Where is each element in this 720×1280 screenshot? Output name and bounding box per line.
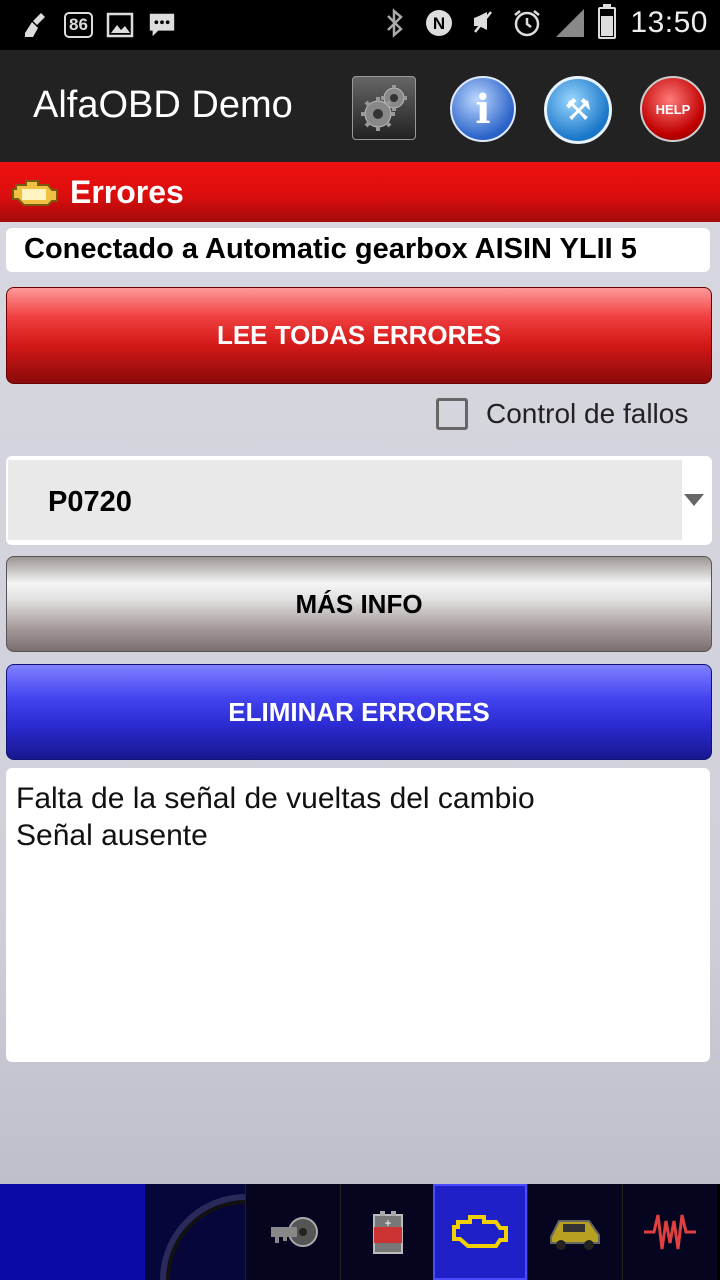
clock: 13:50: [630, 6, 708, 39]
description-line: Señal ausente: [16, 819, 208, 852]
info-icon: i: [475, 85, 491, 133]
signal-wave-icon: [644, 1214, 696, 1250]
description-line: Falta de la señal de vueltas del cambio: [16, 782, 535, 815]
connection-status: Conectado a Automatic gearbox AISIN YLII…: [6, 228, 710, 272]
car-tab-icon: [550, 1220, 600, 1250]
error-code-value: P0720: [48, 486, 132, 518]
svg-text:N: N: [433, 14, 445, 33]
settings-button[interactable]: [352, 76, 416, 140]
tab-ignition[interactable]: [245, 1184, 340, 1280]
section-header: Errores: [0, 162, 720, 222]
engine-check-tab-icon: [452, 1215, 508, 1248]
sms-icon: [147, 8, 177, 42]
error-code-select[interactable]: P0720: [6, 456, 712, 545]
bottom-bar-blank: [0, 1184, 145, 1280]
notification-count-badge: 86: [64, 12, 93, 38]
fault-control-row[interactable]: Control de fallos: [436, 398, 688, 430]
tab-errors[interactable]: [433, 1184, 527, 1280]
battery-icon: [598, 4, 617, 39]
alarm-icon: [512, 6, 542, 40]
battery-tab-icon: +: [373, 1211, 403, 1254]
mute-icon: [468, 6, 498, 40]
signal-icon: [556, 9, 585, 37]
info-button[interactable]: i: [450, 76, 516, 142]
settings-gear-icon: [361, 85, 407, 131]
tab-battery[interactable]: +: [340, 1184, 435, 1280]
tab-signals[interactable]: [622, 1184, 717, 1280]
tab-car[interactable]: [527, 1184, 622, 1280]
help-button[interactable]: HELP: [640, 76, 706, 142]
bluetooth-icon: [380, 6, 410, 40]
bottom-navigation: +: [0, 1184, 720, 1280]
app-bar: AlfaOBD Demo i ⚒ HELP: [0, 50, 720, 162]
error-code-select-field: P0720: [8, 460, 682, 540]
status-bar: 86 N 13:50: [0, 0, 720, 50]
help-icon: HELP: [655, 101, 691, 117]
gauge-decoration: [145, 1184, 245, 1280]
broom-icon: [22, 8, 52, 42]
app-title: AlfaOBD Demo: [33, 84, 293, 126]
more-info-button[interactable]: MÁS INFO: [6, 556, 712, 652]
clear-errors-button[interactable]: ELIMINAR ERRORES: [6, 664, 712, 760]
error-description: Falta de la señal de vueltas del cambio …: [6, 768, 710, 1062]
fault-control-checkbox[interactable]: [436, 398, 468, 430]
read-all-errors-button[interactable]: LEE TODAS ERRORES: [6, 287, 712, 384]
tools-icon: ⚒: [564, 93, 592, 127]
svg-text:+: +: [384, 1216, 391, 1230]
nfc-icon: N: [424, 6, 454, 40]
image-icon: [105, 8, 135, 42]
dropdown-arrow-icon: [684, 494, 704, 506]
connection-label: Conectado a Automatic gearbox AISIN YLII…: [24, 233, 637, 265]
engine-check-icon: [12, 180, 58, 206]
fault-control-label: Control de fallos: [486, 398, 689, 429]
tools-button[interactable]: ⚒: [544, 76, 612, 144]
section-title: Errores: [70, 174, 184, 210]
ignition-key-icon: [271, 1217, 318, 1247]
